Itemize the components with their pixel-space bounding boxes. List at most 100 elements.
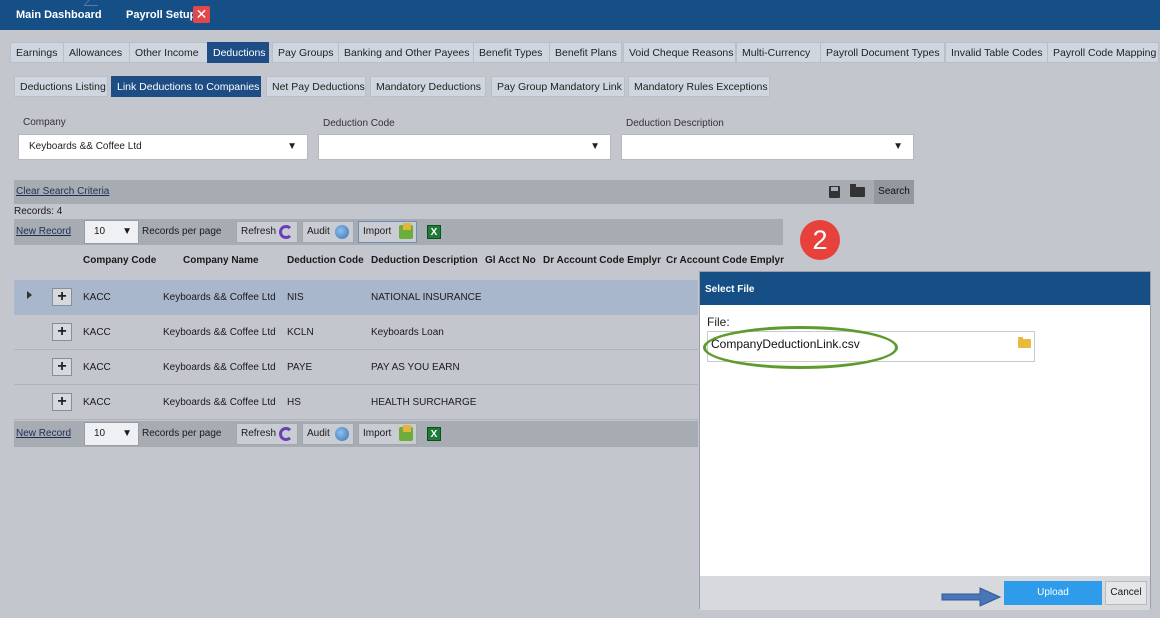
refresh-button[interactable]: Refresh xyxy=(236,423,298,445)
tab-benefit-types[interactable]: Benefit Types xyxy=(473,42,551,63)
excel-icon[interactable]: X xyxy=(427,225,441,239)
col-gl-acct-no[interactable]: Gl Acct No xyxy=(485,255,536,266)
deduction-code-label: Deduction Code xyxy=(323,118,395,129)
import-label: Import xyxy=(363,428,392,439)
deduction-desc-select[interactable]: ▼ xyxy=(621,134,914,160)
plus-icon[interactable]: + xyxy=(52,288,72,306)
tab-main-dashboard[interactable]: Main Dashboard xyxy=(16,0,102,30)
save-icon[interactable] xyxy=(829,186,840,198)
tab-void-cheque-reasons[interactable]: Void Cheque Reasons xyxy=(623,42,736,63)
table-row[interactable]: + KACC Keyboards && Coffee Ltd PAYE PAY … xyxy=(14,350,698,385)
import-button[interactable]: Import xyxy=(358,423,417,445)
grid-header: Company Code Company Name Deduction Code… xyxy=(14,255,794,271)
file-label: File: xyxy=(707,315,730,329)
per-page-label: Records per page xyxy=(142,428,222,439)
deduction-code-select[interactable]: ▼ xyxy=(318,134,611,160)
cell-deduction-description: NATIONAL INSURANCE xyxy=(371,292,482,303)
tab-net-pay-deductions[interactable]: Net Pay Deductions xyxy=(266,76,366,97)
tab-allowances[interactable]: Allowances xyxy=(63,42,135,63)
per-page-label: Records per page xyxy=(142,226,222,237)
refresh-button[interactable]: Refresh xyxy=(236,221,298,243)
dialog-footer: Upload Cancel xyxy=(700,576,1150,610)
search-button[interactable]: Search xyxy=(874,180,914,204)
plus-icon[interactable]: + xyxy=(52,358,72,376)
step-badge: 2 xyxy=(800,220,840,260)
col-company-name[interactable]: Company Name xyxy=(183,255,259,266)
dialog-title: Select File xyxy=(700,272,1150,305)
refresh-label: Refresh xyxy=(241,226,277,237)
tab-other-income[interactable]: Other Income xyxy=(129,42,214,63)
expand-arrow-icon[interactable] xyxy=(27,291,32,299)
per-page-value: 10 xyxy=(94,428,106,439)
cell-company-code: KACC xyxy=(83,362,111,373)
import-icon xyxy=(399,223,413,239)
clear-search-link[interactable]: Clear Search Criteria xyxy=(16,180,109,204)
import-label: Import xyxy=(363,226,392,237)
company-label: Company xyxy=(23,117,66,128)
grid-toolbar-bottom: New Record 10 ▼ Records per page Refresh… xyxy=(14,421,698,447)
audit-icon xyxy=(335,225,349,239)
tab-pay-group-mandatory-link[interactable]: Pay Group Mandatory Link xyxy=(491,76,625,97)
cancel-button[interactable]: Cancel xyxy=(1105,581,1147,605)
cell-company-code: KACC xyxy=(83,397,111,408)
per-page-select[interactable]: 10 ▼ xyxy=(84,422,139,446)
cell-company-code: KACC xyxy=(83,327,111,338)
new-record-link[interactable]: New Record xyxy=(16,421,71,447)
upload-button[interactable]: Upload xyxy=(1004,581,1102,605)
search-bar: Clear Search Criteria Search xyxy=(14,180,914,204)
col-deduction-code[interactable]: Deduction Code xyxy=(287,255,364,266)
per-page-select[interactable]: 10 ▼ xyxy=(84,220,139,244)
tab-mandatory-deductions[interactable]: Mandatory Deductions xyxy=(370,76,486,97)
tab-mandatory-rules-exceptions[interactable]: Mandatory Rules Exceptions xyxy=(628,76,770,97)
tab-deductions[interactable]: Deductions xyxy=(207,42,269,63)
tab-invalid-table-codes[interactable]: Invalid Table Codes xyxy=(945,42,1049,63)
tab-multi-currency[interactable]: Multi-Currency xyxy=(736,42,824,63)
audit-button[interactable]: Audit xyxy=(302,221,354,243)
cell-deduction-code: KCLN xyxy=(287,327,314,338)
refresh-icon xyxy=(279,225,293,239)
new-record-link[interactable]: New Record xyxy=(16,219,71,245)
cell-deduction-code: HS xyxy=(287,397,301,408)
table-row[interactable]: + KACC Keyboards && Coffee Ltd NIS NATIO… xyxy=(14,280,698,315)
col-dr-account-code[interactable]: Dr Account Code Emplyr xyxy=(543,255,661,266)
audit-button[interactable]: Audit xyxy=(302,423,354,445)
cell-company-code: KACC xyxy=(83,292,111,303)
col-cr-account-code[interactable]: Cr Account Code Emplyr xyxy=(666,255,784,266)
import-button[interactable]: Import xyxy=(358,221,417,243)
tab-link-deductions[interactable]: Link Deductions to Companies xyxy=(111,76,261,97)
tab-benefit-plans[interactable]: Benefit Plans xyxy=(549,42,622,63)
records-count: Records: 4 xyxy=(14,206,63,217)
col-company-code[interactable]: Company Code xyxy=(83,255,156,266)
tab-pay-groups[interactable]: Pay Groups xyxy=(272,42,342,63)
plus-icon[interactable]: + xyxy=(52,393,72,411)
tab-payroll-document-types[interactable]: Payroll Document Types xyxy=(820,42,945,63)
tab-payroll-setup[interactable]: Payroll Setup xyxy=(126,0,196,30)
cell-company-name: Keyboards && Coffee Ltd xyxy=(163,327,276,338)
cell-deduction-description: PAY AS YOU EARN xyxy=(371,362,460,373)
excel-icon[interactable]: X xyxy=(427,427,441,441)
cell-company-name: Keyboards && Coffee Ltd xyxy=(163,292,276,303)
arrow-pointer-icon xyxy=(941,587,1002,607)
grid-toolbar-top: New Record 10 ▼ Records per page Refresh… xyxy=(14,219,783,245)
table-row[interactable]: + KACC Keyboards && Coffee Ltd HS HEALTH… xyxy=(14,385,698,420)
cell-company-name: Keyboards && Coffee Ltd xyxy=(163,397,276,408)
folder-icon[interactable] xyxy=(850,184,865,197)
cell-deduction-description: Keyboards Loan xyxy=(371,327,444,338)
close-icon[interactable]: ✕ xyxy=(193,6,210,23)
cell-deduction-description: HEALTH SURCHARGE xyxy=(371,397,477,408)
table-row[interactable]: + KACC Keyboards && Coffee Ltd KCLN Keyb… xyxy=(14,315,698,350)
cell-deduction-code: PAYE xyxy=(287,362,313,373)
tab-payroll-code-mapping[interactable]: Payroll Code Mapping xyxy=(1047,42,1159,63)
refresh-icon xyxy=(279,427,293,441)
chevron-down-icon: ▼ xyxy=(590,141,600,152)
cell-deduction-code: NIS xyxy=(287,292,304,303)
tab-deductions-listing[interactable]: Deductions Listing xyxy=(14,76,108,97)
highlight-oval xyxy=(703,326,898,369)
plus-icon[interactable]: + xyxy=(52,323,72,341)
browse-folder-icon[interactable] xyxy=(1018,337,1031,348)
col-deduction-description[interactable]: Deduction Description xyxy=(371,255,478,266)
tab-banking-payees[interactable]: Banking and Other Payees xyxy=(338,42,476,63)
chevron-down-icon: ▼ xyxy=(893,141,903,152)
tab-earnings[interactable]: Earnings xyxy=(10,42,65,63)
company-select[interactable]: Keyboards && Coffee Ltd ▼ xyxy=(18,134,308,160)
